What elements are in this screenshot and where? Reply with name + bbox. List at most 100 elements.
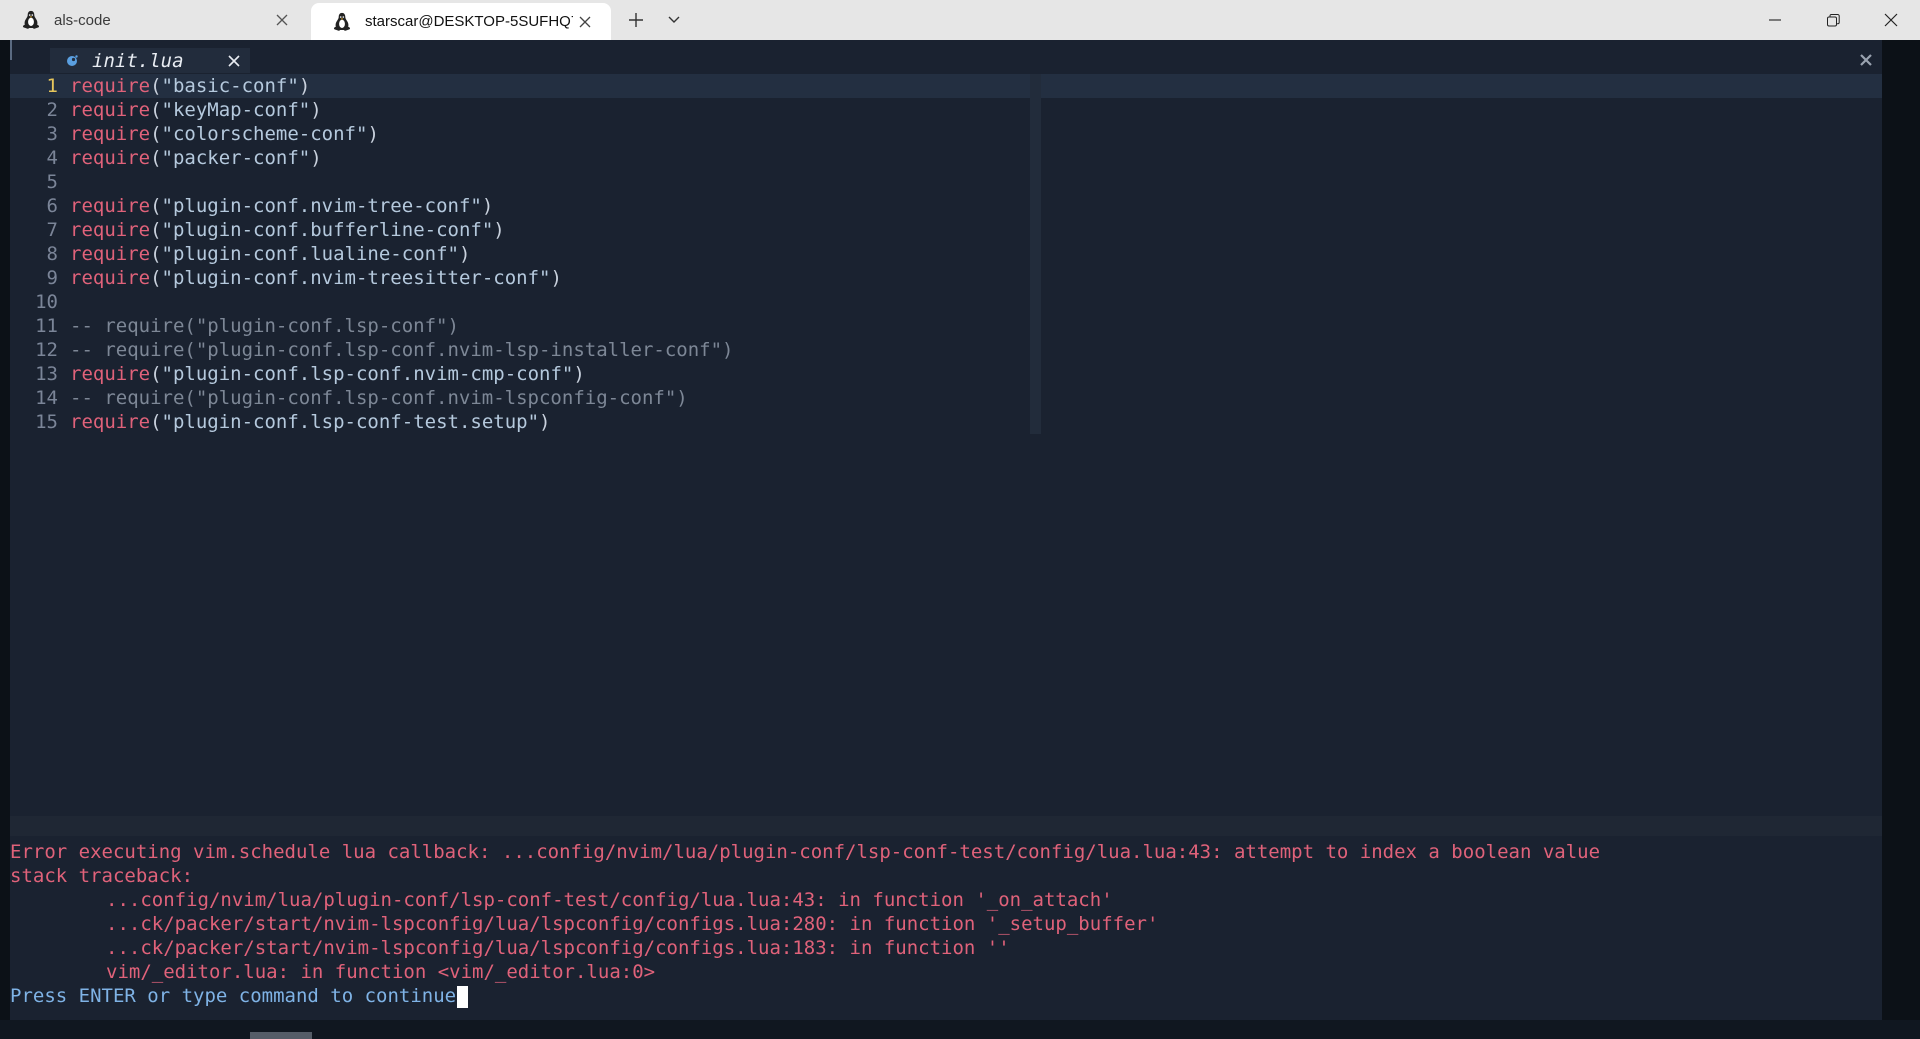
line-number: 1 [46, 75, 58, 97]
require-keyword: require [70, 411, 151, 433]
line-number: 4 [46, 147, 58, 169]
paren: ) [367, 123, 379, 145]
line-number: 8 [46, 243, 58, 265]
require-keyword: require [70, 99, 151, 121]
traceback-line: vim/_editor.lua: in function <vim/_edito… [106, 961, 656, 983]
line-number: 15 [35, 411, 58, 433]
line-number: 9 [46, 267, 58, 289]
paren: ) [481, 195, 494, 217]
paren: ) [539, 411, 551, 433]
line-number: 2 [46, 99, 58, 121]
code-line[interactable]: 8 require("plugin-conf.lualine-conf") [10, 242, 1030, 266]
code-line[interactable]: 9 require("plugin-conf.nvim-treesitter-co… [10, 266, 1030, 290]
chevron-down-icon [668, 16, 680, 23]
buffer-tab-init-lua[interactable]: init.lua [50, 48, 250, 73]
close-all-buffers-icon[interactable] [1858, 52, 1874, 68]
paren: ) [310, 99, 322, 121]
code-line[interactable]: 14 -- require("plugin-conf.lsp-conf.nvim-… [10, 386, 1030, 410]
code-line[interactable]: 11 -- require("plugin-conf.lsp-conf") [10, 314, 1030, 338]
continue-prompt[interactable]: Press ENTER or type command to continue [10, 984, 1882, 1008]
paren: ( [150, 123, 162, 145]
comment-text: -- require("plugin-conf.lsp-conf.nvim-ls… [70, 387, 688, 409]
code-area[interactable]: 1 require("basic-conf") 2 require("keyMap-c… [10, 74, 1030, 434]
close-tab-icon[interactable] [573, 10, 597, 34]
lua-file-icon [67, 54, 78, 66]
linux-penguin-icon [22, 10, 40, 29]
paren: ( [150, 75, 162, 97]
line-number: 5 [46, 171, 58, 193]
error-message: Error executing vim.schedule lua callbac… [10, 841, 1601, 863]
close-window-button[interactable] [1862, 0, 1920, 40]
line-number: 10 [35, 291, 58, 313]
message-area: Error executing vim.schedule lua callbac… [10, 840, 1882, 1008]
require-keyword: require [70, 267, 151, 289]
require-keyword: require [70, 363, 151, 385]
color-column [1030, 74, 1041, 434]
close-tab-icon[interactable] [270, 8, 294, 32]
paren: ( [150, 411, 162, 433]
module-string: "plugin-conf.nvim-tree-conf" [161, 195, 482, 217]
line-number: 14 [35, 387, 58, 409]
comment-text: -- require("plugin-conf.lsp-conf.nvim-ls… [70, 339, 734, 361]
traceback-line: ...ck/packer/start/nvim-lspconfig/lua/ls… [106, 937, 1010, 959]
restore-icon [1826, 13, 1840, 26]
traceback-header: stack traceback: [10, 865, 194, 887]
paren: ( [150, 195, 162, 217]
require-keyword: require [70, 123, 151, 145]
module-string: "packer-conf" [161, 147, 311, 169]
line-number: 13 [35, 363, 58, 385]
module-string: "plugin-conf.bufferline-conf" [161, 219, 494, 241]
terminal-pane[interactable]: init.lua 1 require("basic-conf") 2 require(… [10, 40, 1882, 1020]
linux-penguin-icon [333, 12, 351, 31]
message-separator [10, 816, 1882, 836]
module-string: "basic-conf" [161, 75, 299, 97]
minimize-button[interactable] [1746, 0, 1804, 40]
module-string: "plugin-conf.lualine-conf" [161, 243, 459, 265]
tab-title: starscar@DESKTOP-5SUFHQ7: [365, 13, 573, 30]
paren: ( [150, 147, 162, 169]
new-tab-button[interactable] [618, 5, 654, 35]
code-line[interactable]: 15 require("plugin-conf.lsp-conf-test.set… [10, 410, 1030, 434]
code-line[interactable]: 13 require("plugin-conf.lsp-conf.nvim-cmp… [10, 362, 1030, 386]
paren: ( [150, 243, 162, 265]
horizontal-scrollbar-thumb[interactable] [250, 1032, 312, 1039]
paren: ) [458, 243, 471, 265]
require-keyword: require [70, 75, 151, 97]
code-line[interactable]: 1 require("basic-conf") [10, 74, 1030, 98]
tab-dropdown-button[interactable] [656, 5, 692, 35]
traceback-line: ...ck/packer/start/nvim-lspconfig/lua/ls… [106, 913, 1159, 935]
module-string: "plugin-conf.lsp-conf-test.setup" [161, 411, 540, 433]
paren: ( [150, 99, 162, 121]
tab-als-code[interactable]: als-code [0, 0, 308, 40]
code-line[interactable]: 3 require("colorscheme-conf") [10, 122, 1030, 146]
code-line[interactable]: 7 require("plugin-conf.bufferline-conf") [10, 218, 1030, 242]
code-line[interactable]: 4 require("packer-conf") [10, 146, 1030, 170]
require-keyword: require [70, 147, 151, 169]
buffer-name: init.lua [92, 49, 184, 72]
restore-button[interactable] [1804, 0, 1862, 40]
module-string: "colorscheme-conf" [161, 123, 368, 145]
traceback-line: ...config/nvim/lua/plugin-conf/lsp-conf-… [106, 889, 1113, 911]
paren: ) [550, 267, 562, 289]
paren: ( [150, 267, 162, 289]
line-number: 7 [46, 219, 58, 241]
paren: ( [150, 363, 162, 385]
line-number: 11 [35, 315, 58, 337]
text-cursor [457, 985, 469, 1008]
close-buffer-icon[interactable] [228, 54, 240, 67]
line-number: 12 [35, 339, 58, 361]
paren: ( [150, 219, 162, 241]
code-line[interactable]: 2 require("keyMap-conf") [10, 98, 1030, 122]
require-keyword: require [70, 219, 151, 241]
code-line[interactable]: 12 -- require("plugin-conf.lsp-conf.nvim-… [10, 338, 1030, 362]
code-line[interactable]: 5 [10, 170, 1030, 194]
require-keyword: require [70, 243, 151, 265]
code-line[interactable]: 10 [10, 290, 1030, 314]
tab-title: als-code [54, 11, 111, 29]
require-keyword: require [70, 195, 151, 217]
module-string: "plugin-conf.lsp-conf.nvim-cmp-conf" [161, 363, 574, 385]
minimize-icon [1769, 19, 1781, 21]
plus-icon [629, 13, 643, 27]
code-line[interactable]: 6 require("plugin-conf.nvim-tree-conf") [10, 194, 1030, 218]
tab-starscar-terminal[interactable]: starscar@DESKTOP-5SUFHQ7: [311, 3, 611, 40]
